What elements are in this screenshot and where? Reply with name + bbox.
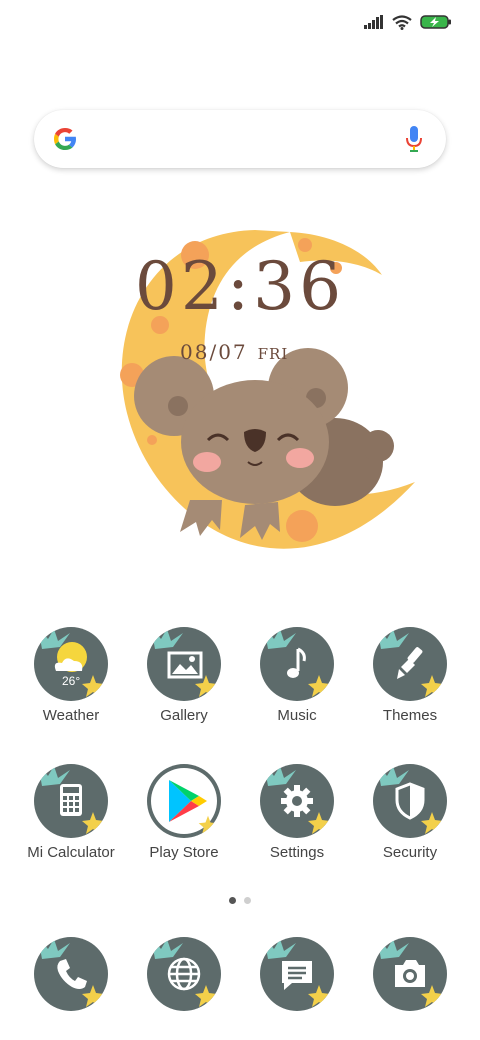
app-settings[interactable]: Settings [242,764,352,861]
gallery-icon-bg [147,627,221,701]
settings-icon-bg [260,764,334,838]
page-dot[interactable] [244,897,251,904]
clock-date-value: 08/07 [180,340,248,364]
clock-widget[interactable]: 02:36 08/07 FRI [0,0,480,560]
camera-icon-bg [373,937,447,1011]
app-label: Play Store [149,844,219,861]
messages-icon-bg [260,937,334,1011]
app-gallery[interactable]: Gallery [129,627,239,724]
phone-icon-bg [34,937,108,1011]
app-weather[interactable]: 26° Weather [16,627,126,724]
star-decoration-icon [421,985,443,1007]
star-decoration-icon [195,985,217,1007]
app-mi-calculator[interactable]: Mi Calculator [16,764,126,861]
app-label: Music [277,707,317,724]
star-decoration-icon [82,985,104,1007]
dock-browser[interactable] [129,937,239,1011]
themes-icon-bg [373,627,447,701]
star-decoration-icon [308,675,330,697]
page-indicator [0,897,480,904]
app-themes[interactable]: Themes [355,627,465,724]
security-icon-bg [373,764,447,838]
dock-camera[interactable] [355,937,465,1011]
star-decoration-icon [308,985,330,1007]
page-dot-active[interactable] [229,897,236,904]
star-decoration-icon [421,812,443,834]
clock-time: 02:36 [134,248,346,325]
app-label: Gallery [160,707,208,724]
app-label: Settings [269,844,325,861]
star-decoration-icon [82,675,104,697]
app-music[interactable]: Music [242,627,352,724]
app-play-store[interactable]: Play Store [129,764,239,861]
app-label: Weather [42,707,100,724]
app-label: Themes [382,707,438,724]
clock-day: FRI [257,345,289,363]
browser-icon-bg [147,937,221,1011]
dock-messages[interactable] [242,937,352,1011]
star-decoration-icon [195,675,217,697]
weather-icon-bg: 26° [34,627,108,701]
weather-temperature: 26° [62,674,81,688]
music-icon-bg [260,627,334,701]
play-store-icon-bg [147,764,221,838]
star-decoration-icon [308,812,330,834]
dock-phone[interactable] [16,937,126,1011]
calculator-icon-bg [34,764,108,838]
star-decoration-icon [82,812,104,834]
star-decoration-icon [421,675,443,697]
clock-date: 08/07 FRI [180,340,288,364]
app-label: Security [382,844,438,861]
app-security[interactable]: Security [355,764,465,861]
star-decoration-icon [198,815,218,835]
app-label: Mi Calculator [27,844,115,861]
